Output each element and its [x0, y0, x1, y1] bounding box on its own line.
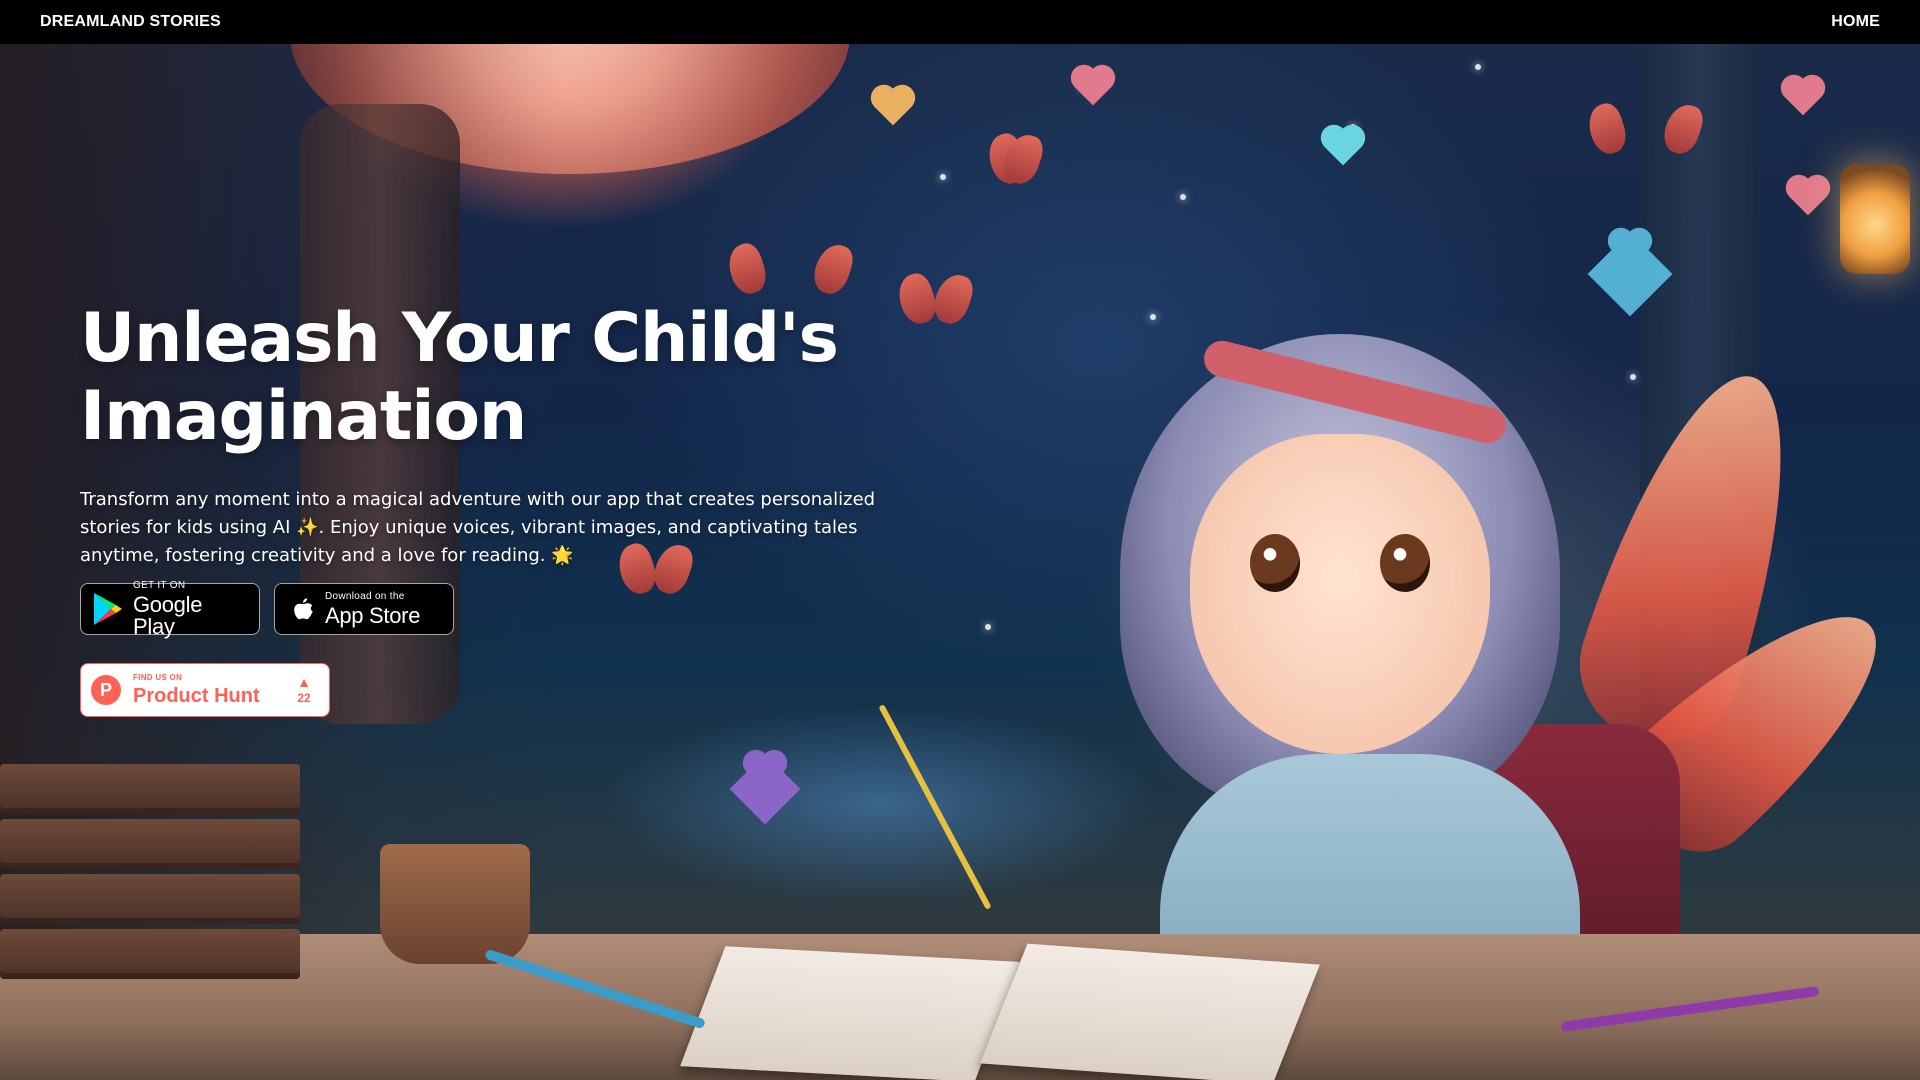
sparkle — [985, 624, 991, 630]
upvote-arrow-icon: ▲ — [297, 674, 311, 690]
google-play-label: Google Play — [133, 591, 203, 639]
book-stack-illustration — [0, 764, 300, 1064]
app-store-label: App Store — [325, 602, 421, 628]
product-hunt-logo-icon: P — [91, 675, 121, 705]
heart-decoration — [874, 88, 912, 126]
open-book-illustration — [660, 934, 1420, 1080]
pencil-cup-illustration — [380, 844, 530, 964]
google-play-icon — [94, 593, 122, 625]
heart-decoration — [1789, 178, 1827, 216]
apple-icon — [294, 598, 313, 620]
stream-illustration — [600, 704, 1160, 904]
google-play-badge[interactable]: GET IT ON Google Play — [80, 579, 260, 639]
top-navbar: DREAMLAND STORIES HOME — [0, 0, 1920, 44]
brand-link[interactable]: DREAMLAND STORIES — [40, 13, 221, 31]
lantern-illustration — [1840, 164, 1910, 274]
heart-decoration — [1074, 68, 1112, 106]
butterfly-decoration — [990, 134, 1040, 178]
heart-decoration — [1784, 78, 1822, 116]
product-hunt-badge[interactable]: P FIND US ON Product Hunt ▲ 22 — [80, 663, 330, 717]
sparkle — [1180, 194, 1186, 200]
product-hunt-small-label: FIND US ON — [133, 673, 183, 682]
app-store-badge[interactable]: Download on the App Store — [274, 583, 454, 635]
nav-home-link[interactable]: HOME — [1831, 13, 1880, 31]
product-hunt-votes: ▲ 22 — [289, 675, 319, 705]
sparkle — [940, 174, 946, 180]
upvote-count: 22 — [297, 691, 311, 705]
app-store-small-label: Download on the — [325, 590, 405, 602]
hero-content: Unleash Your Child's Imagination Transfo… — [80, 299, 1180, 570]
heart-decoration — [1324, 128, 1362, 166]
store-badges: GET IT ON Google Play Download on the Ap… — [80, 579, 454, 639]
hero-description: Transform any moment into a magical adve… — [80, 489, 876, 567]
sparkle — [1475, 64, 1481, 70]
google-play-small-label: GET IT ON — [133, 579, 186, 591]
butterfly-decoration — [1590, 104, 1700, 194]
hero-title: Unleash Your Child's Imagination — [80, 299, 839, 457]
product-hunt-label: Product Hunt — [133, 685, 260, 707]
